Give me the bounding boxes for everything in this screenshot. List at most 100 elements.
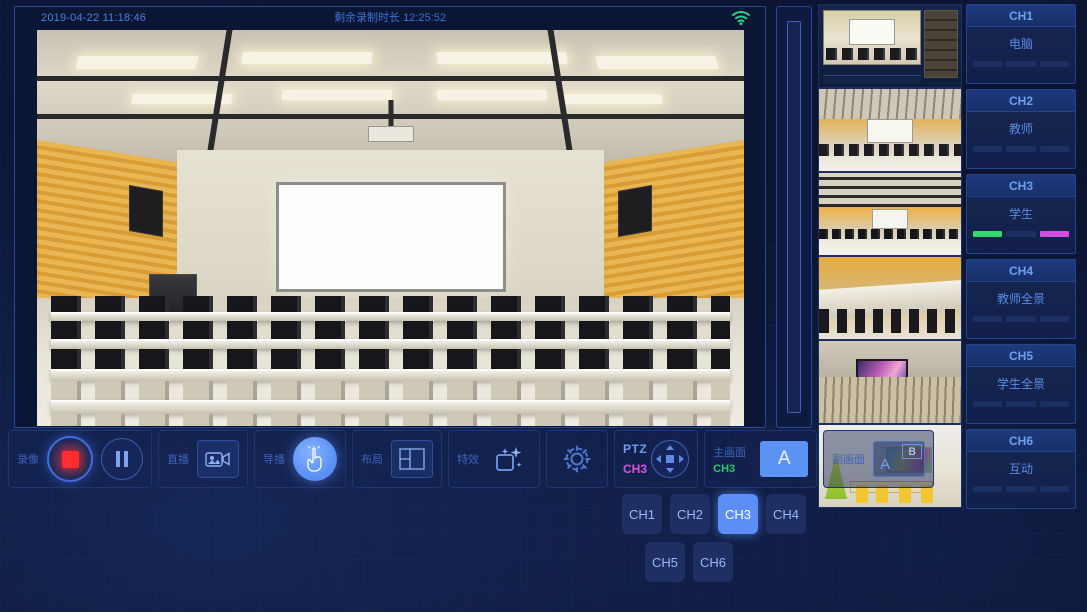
main-scene-tile[interactable]: A — [760, 441, 809, 477]
channel-card-name: 互动 — [1008, 462, 1033, 476]
channel-level-bars — [967, 231, 1075, 237]
bottom-toolbar: 录像 直播 导播 布局 特效 PTZ CH3 主画面 CH3 A 副画面 A B — [8, 430, 935, 490]
channel-level-bars — [967, 401, 1075, 407]
channel-level-bars — [967, 316, 1075, 322]
channel-select-ch2[interactable]: CH2 — [670, 494, 710, 534]
main-scene-channel: CH3 — [713, 462, 736, 475]
ptz-channel-label: CH3 — [623, 462, 648, 476]
record-stop-button[interactable] — [47, 436, 93, 482]
settings-button[interactable] — [555, 439, 599, 479]
level-bar — [1039, 61, 1069, 67]
channel-select-row-1: CH1 CH2 CH3 CH4 — [622, 494, 808, 534]
vertical-level-slider[interactable] — [776, 6, 812, 428]
video-camera-icon — [205, 450, 231, 468]
level-bar — [1006, 231, 1036, 237]
main-preview-stage: 2019-04-22 11:18:46 剩余录制时长 12:25:52 — [14, 6, 766, 428]
channel-level-bars — [967, 486, 1075, 492]
layout-group-label: 布局 — [361, 454, 383, 466]
main-scene-label: 主画面 — [713, 446, 747, 459]
level-bar — [973, 61, 1003, 67]
layout-button[interactable] — [391, 440, 433, 478]
channel-card-ch2[interactable]: CH2 教师 — [966, 89, 1076, 169]
sparkle-square-icon — [494, 445, 524, 473]
level-bar — [973, 146, 1003, 152]
channel-card-id: CH1 — [967, 5, 1075, 27]
wifi-icon — [731, 10, 751, 26]
live-camera-button[interactable] — [197, 440, 239, 478]
thumb-ch5-student-wide[interactable] — [818, 340, 962, 424]
level-bar — [973, 231, 1003, 237]
level-bar — [1039, 486, 1069, 492]
director-button[interactable] — [293, 437, 337, 481]
channel-card-ch3[interactable]: CH3 学生 — [966, 174, 1076, 254]
channel-card-id: CH3 — [967, 175, 1075, 197]
level-bar — [1006, 486, 1036, 492]
level-bar — [973, 316, 1003, 322]
classroom-scene — [37, 30, 744, 426]
channel-card-ch1[interactable]: CH1 电脑 — [966, 4, 1076, 84]
channel-select-ch4[interactable]: CH4 — [766, 494, 806, 534]
level-bar — [1006, 61, 1036, 67]
toolbar-group-ptz: PTZ CH3 — [614, 430, 699, 488]
dpad-icon[interactable] — [651, 440, 690, 478]
sub-scene-tile[interactable]: A B — [873, 441, 926, 477]
level-bar — [1039, 316, 1069, 322]
channel-card-ch6[interactable]: CH6 互动 — [966, 429, 1076, 509]
channel-card-id: CH4 — [967, 260, 1075, 282]
recording-console-app: 2019-04-22 11:18:46 剩余录制时长 12:25:52 CH1 … — [0, 0, 1087, 612]
layout-split-icon — [399, 448, 425, 470]
channel-card-id: CH5 — [967, 345, 1075, 367]
level-bar — [1006, 146, 1036, 152]
channel-card-id: CH6 — [967, 430, 1075, 452]
channel-card-name: 教师 — [1008, 122, 1033, 136]
toolbar-group-record: 录像 — [8, 430, 152, 488]
thumb-ch3-student[interactable] — [818, 172, 962, 256]
level-bar — [1039, 401, 1069, 407]
toolbar-group-main-scene: 主画面 CH3 A — [704, 430, 818, 488]
channel-card-ch4[interactable]: CH4 教师全景 — [966, 259, 1076, 339]
pause-icon — [116, 451, 128, 467]
channel-card-name: 学生 — [1008, 207, 1033, 221]
sub-scene-label: 副画面 — [832, 454, 866, 466]
thumb-ch4-teacher-wide[interactable] — [818, 256, 962, 340]
channel-select-ch6[interactable]: CH6 — [693, 542, 733, 582]
channel-card-name: 电脑 — [1008, 37, 1033, 51]
effects-button[interactable] — [487, 439, 531, 479]
sub-scene-tile-primary: A — [880, 456, 891, 473]
level-bar — [973, 486, 1003, 492]
channel-select-ch5[interactable]: CH5 — [645, 542, 685, 582]
toolbar-group-layout: 布局 — [352, 430, 442, 488]
pause-button[interactable] — [101, 438, 143, 480]
stop-square-icon — [61, 450, 79, 468]
effects-group-label: 特效 — [457, 454, 479, 466]
level-bar — [1039, 231, 1069, 237]
level-bar — [1039, 146, 1069, 152]
channel-level-bars — [967, 61, 1075, 67]
director-group-label: 导播 — [263, 454, 285, 466]
datetime-label: 2019-04-22 11:18:46 — [41, 12, 147, 24]
record-group-label: 录像 — [17, 454, 39, 466]
channel-card-id: CH2 — [967, 90, 1075, 112]
hand-touch-icon — [304, 446, 326, 472]
sub-scene-tile-secondary: B — [902, 444, 923, 459]
slider-track[interactable] — [787, 21, 801, 413]
stage-status-bar: 2019-04-22 11:18:46 剩余录制时长 12:25:52 — [15, 7, 765, 30]
channel-card-name: 教师全景 — [996, 292, 1045, 306]
remaining-recording-time-label: 剩余录制时长 12:25:52 — [334, 12, 446, 24]
channel-select-ch3[interactable]: CH3 — [718, 494, 758, 534]
gear-icon — [562, 444, 592, 474]
live-video-preview[interactable] — [37, 30, 744, 426]
toolbar-group-live: 直播 — [158, 430, 248, 488]
thumb-ch2-teacher[interactable] — [818, 88, 962, 172]
channel-card-ch5[interactable]: CH5 学生全景 — [966, 344, 1076, 424]
channel-select-ch1[interactable]: CH1 — [622, 494, 662, 534]
toolbar-group-settings — [546, 430, 608, 488]
channel-level-bars — [967, 146, 1075, 152]
level-bar — [973, 401, 1003, 407]
channel-select-grid: CH1 CH2 CH3 CH4 CH5 CH6 — [622, 494, 808, 590]
thumb-ch1-computer[interactable] — [818, 4, 962, 88]
toolbar-group-sub-scene: 副画面 A B — [823, 430, 935, 488]
channel-info-panel-list: CH1 电脑 CH2 教师 CH3 学生 CH4 教师全景 CH5 学生全景 C… — [966, 4, 1078, 514]
toolbar-group-director: 导播 — [254, 430, 346, 488]
live-group-label: 直播 — [167, 454, 189, 466]
